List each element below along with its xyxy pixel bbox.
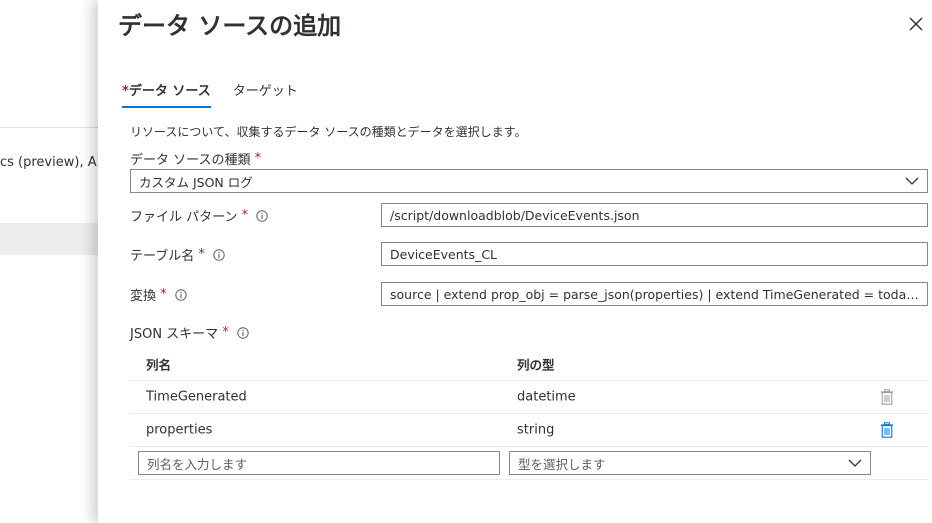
input-value: source | extend prop_obj = parse_json(pr… xyxy=(390,286,927,302)
label-text: 変換 xyxy=(130,289,157,304)
label-text: JSON スキーマ xyxy=(130,327,219,342)
info-icon[interactable] xyxy=(213,248,225,261)
required-marker: * xyxy=(160,287,167,302)
transform-input[interactable]: source | extend prop_obj = parse_json(pr… xyxy=(381,282,928,306)
column-header-name: 列名 xyxy=(146,357,172,373)
file-pattern-input[interactable]: /script/downloadblob/DeviceEvents.json xyxy=(381,203,928,227)
column-name-cell: TimeGenerated xyxy=(146,389,247,405)
dropdown-placeholder: 型を選択します xyxy=(518,456,606,472)
required-marker: * xyxy=(241,208,249,223)
info-icon[interactable] xyxy=(174,288,187,301)
grid-header: 列名 列の型 xyxy=(130,348,928,381)
background-text: cs (preview), A: xyxy=(0,155,100,170)
label-text: テーブル名 xyxy=(130,249,195,264)
transform-label: 変換 * xyxy=(130,285,187,304)
column-type-cell: datetime xyxy=(517,389,576,405)
tab-label: ターゲット xyxy=(232,84,298,99)
table-name-label: テーブル名 * xyxy=(130,245,225,264)
background-page: cs (preview), A: xyxy=(0,0,100,523)
label-text: データ ソースの種類 xyxy=(130,153,251,168)
table-row: TimeGenerated datetime xyxy=(130,381,928,414)
background-selected-row xyxy=(0,223,100,255)
column-type-cell: string xyxy=(517,422,555,438)
new-row: 列名を入力します 型を選択します xyxy=(130,447,928,480)
tab-bar: *データ ソース ターゲット xyxy=(122,80,298,108)
trash-icon xyxy=(880,389,894,405)
panel-title: データ ソースの追加 xyxy=(118,12,342,40)
info-icon[interactable] xyxy=(256,209,268,222)
background-divider xyxy=(0,127,100,128)
table-name-input[interactable]: DeviceEvents_CL xyxy=(381,242,928,266)
add-data-source-panel: データ ソースの追加 *データ ソース ターゲット リソースについて、収集するデ… xyxy=(98,0,932,523)
label-text: ファイル パターン xyxy=(130,210,238,225)
json-schema-grid: 列名 列の型 TimeGenerated datetime properties… xyxy=(130,348,928,480)
required-marker: * xyxy=(254,151,262,166)
chevron-down-icon xyxy=(905,177,919,185)
input-placeholder: 列名を入力します xyxy=(147,456,248,472)
tab-label: データ ソース xyxy=(128,84,211,99)
source-type-dropdown[interactable]: カスタム JSON ログ xyxy=(130,169,928,193)
chevron-down-icon xyxy=(848,459,862,467)
column-header-type: 列の型 xyxy=(517,357,555,373)
new-column-type-dropdown[interactable]: 型を選択します xyxy=(509,451,871,475)
input-value: /script/downloadblob/DeviceEvents.json xyxy=(390,207,640,223)
required-marker: * xyxy=(222,325,229,340)
file-pattern-label: ファイル パターン * xyxy=(130,206,268,225)
info-icon[interactable] xyxy=(237,326,249,339)
required-marker: * xyxy=(122,84,129,99)
description-text: リソースについて、収集するデータ ソースの種類とデータを選択します。 xyxy=(130,125,527,139)
table-row: properties string xyxy=(130,414,928,447)
trash-icon[interactable] xyxy=(880,422,894,438)
column-name-cell: properties xyxy=(146,422,213,438)
json-schema-label: JSON スキーマ * xyxy=(130,323,249,342)
input-value: DeviceEvents_CL xyxy=(390,246,498,262)
tab-data-source[interactable]: *データ ソース xyxy=(122,80,211,108)
source-type-label: データ ソースの種類 * xyxy=(130,149,261,168)
new-column-name-input[interactable]: 列名を入力します xyxy=(138,451,500,475)
tab-target[interactable]: ターゲット xyxy=(233,80,298,108)
dropdown-value: カスタム JSON ログ xyxy=(139,174,253,190)
close-icon[interactable] xyxy=(906,14,926,34)
required-marker: * xyxy=(198,247,205,262)
